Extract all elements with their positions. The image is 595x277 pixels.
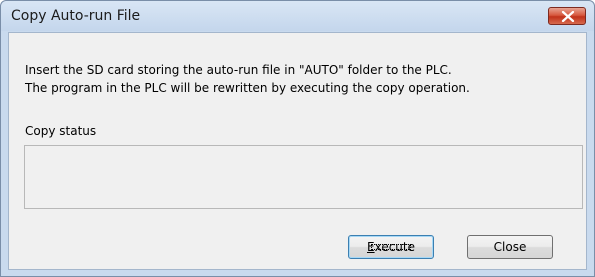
dialog-window: Copy Auto-run File Insert the SD card st…: [0, 0, 595, 277]
close-button-label: Close: [493, 240, 527, 254]
execute-button-label: Execute: [367, 240, 415, 254]
instruction-line-1: Insert the SD card storing the auto-run …: [25, 63, 452, 77]
window-title: Copy Auto-run File: [11, 8, 141, 24]
close-x-icon: [561, 11, 575, 22]
copy-status-box: [24, 145, 583, 209]
execute-label-rest: xecute: [374, 240, 415, 254]
dialog-body: Insert the SD card storing the auto-run …: [8, 32, 587, 270]
title-close-button[interactable]: [548, 7, 586, 25]
instruction-line-2: The program in the PLC will be rewritten…: [25, 81, 470, 95]
copy-status-label: Copy status: [25, 124, 97, 138]
execute-accelerator: E: [367, 240, 375, 254]
close-button[interactable]: Close: [467, 235, 553, 259]
title-bar[interactable]: Copy Auto-run File: [1, 1, 594, 31]
execute-button[interactable]: Execute: [348, 235, 434, 259]
